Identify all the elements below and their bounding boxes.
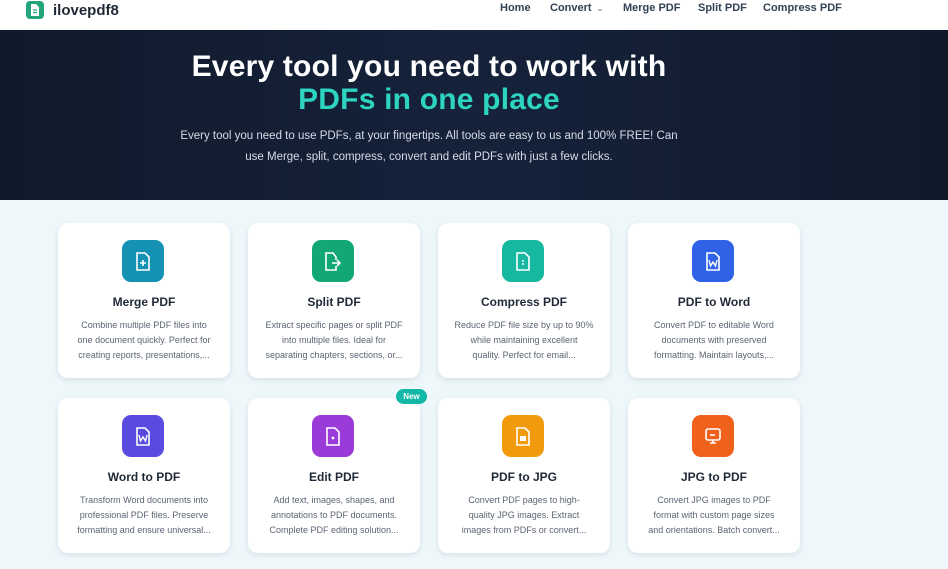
tool-description: Convert PDF to editable Word documents w… (644, 318, 784, 363)
new-badge: New (396, 389, 427, 404)
tool-title: Merge PDF (112, 295, 176, 309)
hero-title-accent: PDFs in one place (298, 83, 560, 116)
nav-convert-label: Convert (550, 2, 592, 14)
tool-card-jpg-to-pdf[interactable]: JPG to PDF Convert JPG images to PDF for… (628, 398, 800, 553)
tool-description-line: while maintaining excellent (470, 335, 578, 345)
nav-home-link[interactable]: Home (500, 2, 531, 14)
tool-description: Convert JPG images to PDF format with cu… (644, 493, 784, 538)
tool-description-line: formatting and ensure universal... (77, 525, 211, 535)
tool-card-pdf-to-word[interactable]: PDF to Word Convert PDF to editable Word… (628, 223, 800, 378)
tool-description-line: Transform Word documents into (79, 495, 209, 505)
tool-description: Add text, images, shapes, and annotation… (264, 493, 404, 538)
nav-compress-link[interactable]: Compress PDF (763, 2, 842, 14)
tool-description-line: Extract specific pages or split PDF (265, 320, 403, 330)
tool-title: Split PDF (307, 295, 361, 309)
tool-description-line: professional PDF files. Preserve (79, 510, 209, 520)
tool-description-line: quality. Perfect for email... (472, 350, 576, 360)
main-nav: Home Convert ⌄ Merge PDF Split PDF Compre… (0, 2, 948, 16)
word-file-icon (692, 240, 734, 282)
file-plus-icon (122, 240, 164, 282)
tool-title: Word to PDF (107, 470, 181, 484)
tool-description-line: Reduce PDF file size by up to 90% (454, 320, 594, 330)
tool-description-line: formatting. Maintain layouts,... (653, 350, 775, 360)
tool-description-line: and orientations. Batch convert... (648, 525, 780, 535)
hero-subtitle-line: Every tool you need to use PDFs, at your… (180, 130, 678, 142)
tool-description-line: one document quickly. Perfect for (77, 335, 211, 345)
nav-merge-link[interactable]: Merge PDF (623, 2, 680, 14)
tool-description-line: separating chapters, sections, or... (265, 350, 403, 360)
tools-grid: Merge PDF Combine multiple PDF files int… (0, 200, 948, 569)
tool-card-pdf-to-jpg[interactable]: PDF to JPG Convert PDF pages to high- qu… (438, 398, 610, 553)
tool-description-line: into multiple files. Ideal for (281, 335, 387, 345)
tool-title: Compress PDF (480, 295, 568, 309)
tool-description-line: format with custom page sizes (653, 510, 775, 520)
tool-description-line: annotations to PDF documents. (270, 510, 398, 520)
image-file-icon (502, 415, 544, 457)
tool-description: Combine multiple PDF files into one docu… (74, 318, 214, 363)
tool-description-line: Add text, images, shapes, and (273, 495, 395, 505)
tool-title: PDF to Word (677, 295, 751, 309)
file-edit-icon (312, 415, 354, 457)
chevron-down-icon: ⌄ (596, 4, 604, 13)
tool-card-word-to-pdf[interactable]: Word to PDF Transform Word documents int… (58, 398, 230, 553)
tool-description-line: Convert JPG images to PDF (657, 495, 771, 505)
word-file-icon (122, 415, 164, 457)
tool-description-line: Complete PDF editing solution... (269, 525, 399, 535)
file-compress-icon (502, 240, 544, 282)
tool-description-line: documents with preserved (661, 335, 767, 345)
tool-description-line: quality JPG images. Extract (468, 510, 580, 520)
hero-title: Every tool you need to work with (191, 50, 667, 83)
tool-description-line: Convert PDF to editable Word (654, 320, 774, 330)
tool-title: Edit PDF (309, 470, 359, 484)
tool-title: PDF to JPG (490, 470, 557, 484)
tool-description-line: images from PDFs or convert... (461, 525, 587, 535)
hero-subtitle-line: use Merge, split, compress, convert and … (245, 151, 613, 163)
nav-split-link[interactable]: Split PDF (698, 2, 747, 14)
tool-description: Extract specific pages or split PDF into… (264, 318, 404, 363)
tool-card-split-pdf[interactable]: Split PDF Extract specific pages or spli… (248, 223, 420, 378)
top-navbar: ilovepdf8 Home Convert ⌄ Merge PDF Split … (0, 0, 948, 30)
tool-card-merge-pdf[interactable]: Merge PDF Combine multiple PDF files int… (58, 223, 230, 378)
tool-description: Convert PDF pages to high- quality JPG i… (454, 493, 594, 538)
image-to-pdf-icon (692, 415, 734, 457)
hero-subtitle: Every tool you need to use PDFs, at your… (170, 126, 688, 168)
tool-description-line: creating reports, presentations,... (78, 350, 210, 360)
hero-banner: Every tool you need to work with PDFs in… (0, 30, 948, 200)
tool-description: Transform Word documents into profession… (74, 493, 214, 538)
file-split-icon (312, 240, 354, 282)
tool-description-line: Convert PDF pages to high- (468, 495, 580, 505)
tool-description: Reduce PDF file size by up to 90% while … (454, 318, 594, 363)
tool-title: JPG to PDF (680, 470, 747, 484)
tool-description-line: Combine multiple PDF files into (81, 320, 207, 330)
nav-convert-dropdown[interactable]: Convert ⌄ (550, 2, 603, 14)
tool-card-edit-pdf[interactable]: Edit PDF Add text, images, shapes, and a… (248, 398, 420, 553)
tool-card-compress-pdf[interactable]: Compress PDF Reduce PDF file size by up … (438, 223, 610, 378)
